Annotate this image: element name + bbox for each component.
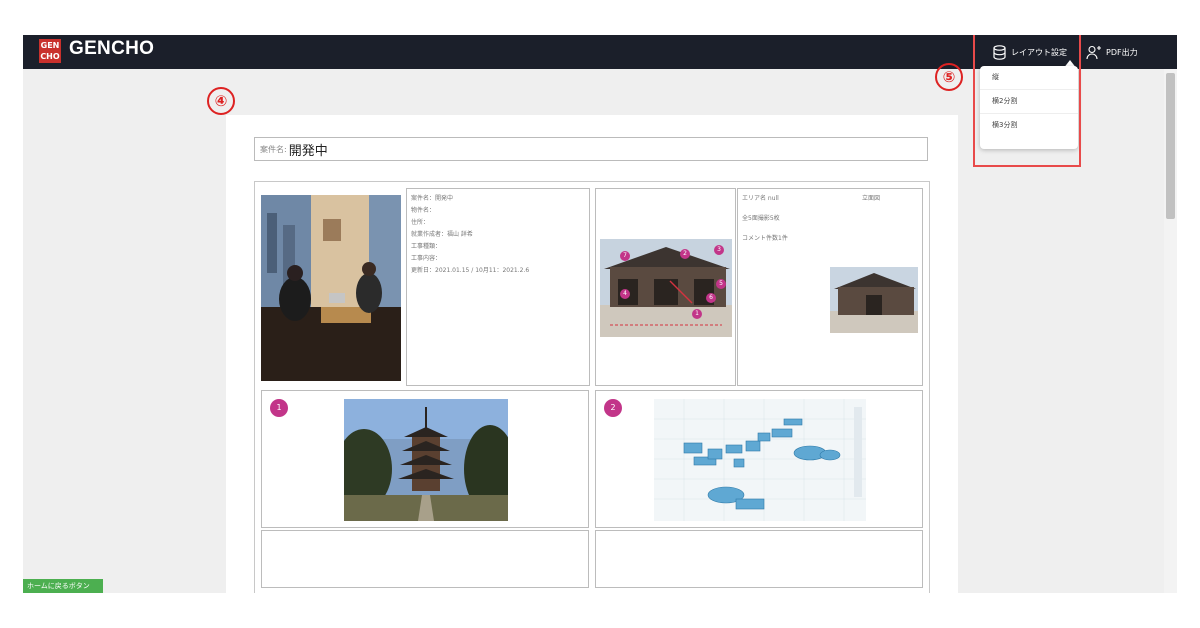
app-window: GEN CHO GENCHO レイアウト設定 PDF出力 縦 横2分割 横3分割 [23, 35, 1177, 593]
temple-marker-cell[interactable]: 2 3 7 4 5 6 1 [595, 188, 736, 386]
empty-cell-left[interactable] [261, 530, 589, 588]
database-icon [993, 44, 1006, 60]
project-name-prefix: 案件名: [260, 144, 287, 154]
marker-4[interactable]: 4 [620, 289, 630, 299]
top-navbar: GEN CHO GENCHO レイアウト設定 PDF出力 [23, 35, 1177, 69]
add-user-icon [1086, 45, 1101, 59]
app-title[interactable]: GENCHO [69, 38, 154, 60]
marker-3[interactable]: 3 [714, 245, 724, 255]
vertical-scrollbar[interactable] [1164, 69, 1177, 593]
info-work-content: 工事内容： [411, 255, 442, 262]
elevation-label: 立面図 [862, 195, 881, 202]
layout-option-split-2[interactable]: 横2分割 [980, 90, 1078, 114]
back-home-button[interactable]: ホームに戻るボタン [23, 579, 103, 593]
photo-count-label: 全5面撮影5枚 [742, 215, 780, 222]
callout-number-4: ④ [207, 87, 235, 115]
callout-number-5: ⑤ [935, 63, 963, 91]
layout-settings-label: レイアウト設定 [1011, 47, 1067, 57]
marker-5[interactable]: 5 [716, 279, 726, 289]
photo-cell-2[interactable]: 2 [595, 390, 923, 528]
layout-grid: 案件名：開発中 物件名： 住所： 就業作成者：福山 詳希 工事種類： 工事内容：… [254, 181, 930, 593]
marker-6[interactable]: 6 [706, 293, 716, 303]
layout-option-vertical[interactable]: 縦 [980, 66, 1078, 90]
info-creator: 就業作成者：福山 詳希 [411, 231, 473, 238]
office-photo [261, 195, 401, 381]
3d-model-view [654, 399, 866, 521]
photo-badge-1: 1 [270, 399, 288, 417]
marker-1[interactable]: 1 [692, 309, 702, 319]
logo-line-2: CHO [40, 52, 60, 61]
layout-dropdown-menu: 縦 横2分割 横3分割 [980, 66, 1078, 149]
pdf-export-button[interactable]: PDF出力 [1086, 43, 1138, 61]
info-property-name: 物件名： [411, 207, 436, 214]
comment-count-label: コメント件数1件 [742, 235, 788, 242]
photo-cell-1[interactable]: 1 [261, 390, 589, 528]
marker-7[interactable]: 7 [620, 251, 630, 261]
pdf-export-label: PDF出力 [1106, 47, 1138, 57]
office-photo-cell[interactable] [259, 188, 405, 384]
info-project-name: 案件名：開発中 [411, 195, 454, 202]
marker-2[interactable]: 2 [680, 249, 690, 259]
project-name-field[interactable]: 案件名: 開発中 [254, 137, 928, 161]
scrollbar-thumb[interactable] [1166, 73, 1175, 219]
gencho-logo[interactable]: GEN CHO [39, 39, 61, 63]
layout-option-split-3[interactable]: 横3分割 [980, 114, 1078, 137]
logo-line-1: GEN [40, 41, 60, 50]
project-name-value: 開発中 [288, 143, 328, 159]
temple-thumbnail [830, 267, 918, 333]
report-canvas: 案件名: 開発中 案件名：開発中 物件名： 住所： 就業作成者：福山 詳希 工事… [226, 115, 958, 593]
pagoda-photo [344, 399, 508, 521]
empty-cell-right[interactable] [595, 530, 923, 588]
area-info-cell[interactable]: エリア名 null 立面図 全5面撮影5枚 コメント件数1件 [737, 188, 923, 386]
photo-badge-2: 2 [604, 399, 622, 417]
area-name-label: エリア名 null [742, 195, 779, 202]
info-address: 住所： [411, 219, 430, 226]
info-work-type: 工事種類： [411, 243, 442, 250]
info-updated: 更新日：2021.01.15 / 10月11：2021.2.6 [411, 267, 530, 274]
project-info-cell[interactable]: 案件名：開発中 物件名： 住所： 就業作成者：福山 詳希 工事種類： 工事内容：… [406, 188, 590, 386]
layout-settings-button[interactable]: レイアウト設定 [993, 43, 1067, 61]
